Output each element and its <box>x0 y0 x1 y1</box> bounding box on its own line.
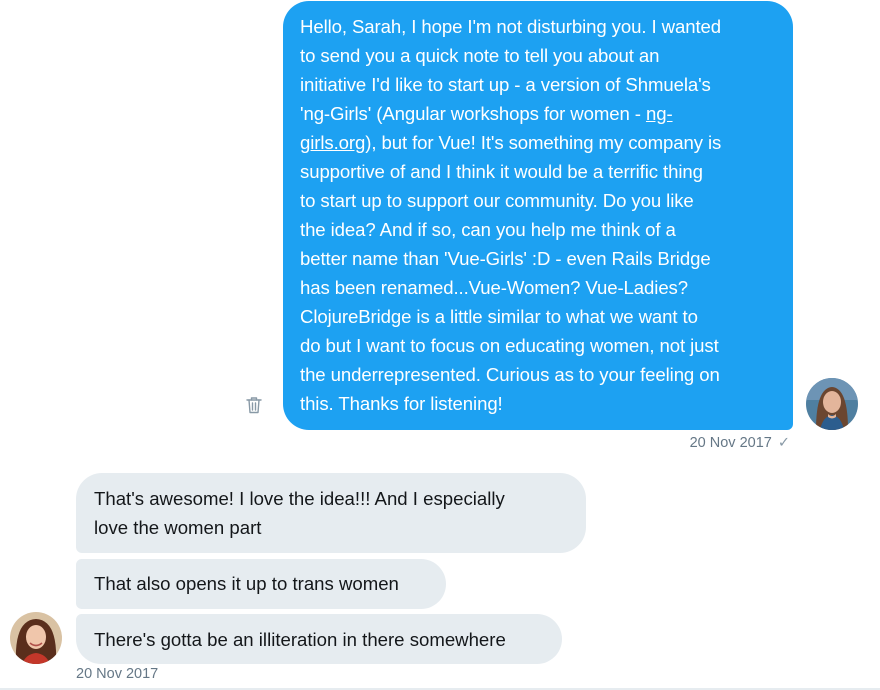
conversation-thread: Hello, Sarah, I hope I'm not disturbing … <box>0 0 880 690</box>
received-timestamp: 20 Nov 2017 <box>76 666 159 682</box>
checkmark-icon: ✓ <box>777 435 790 451</box>
sender-avatar[interactable] <box>806 378 858 430</box>
sent-timestamp: 20 Nov 2017 <box>689 435 772 451</box>
trash-icon[interactable] <box>244 395 264 415</box>
received-message-bubble[interactable]: That's awesome! I love the idea!!! And I… <box>76 473 586 553</box>
recipient-avatar[interactable] <box>10 612 62 664</box>
received-message-bubble[interactable]: There's gotta be an illiteration in ther… <box>76 614 562 664</box>
sent-message-bubble[interactable]: Hello, Sarah, I hope I'm not disturbing … <box>283 1 793 430</box>
sent-message-meta: 20 Nov 2017 ✓ <box>640 435 790 451</box>
sent-message-text-end: ), but for Vue! It's something my compan… <box>300 132 722 414</box>
received-message-bubble[interactable]: That also opens it up to trans women <box>76 559 446 609</box>
